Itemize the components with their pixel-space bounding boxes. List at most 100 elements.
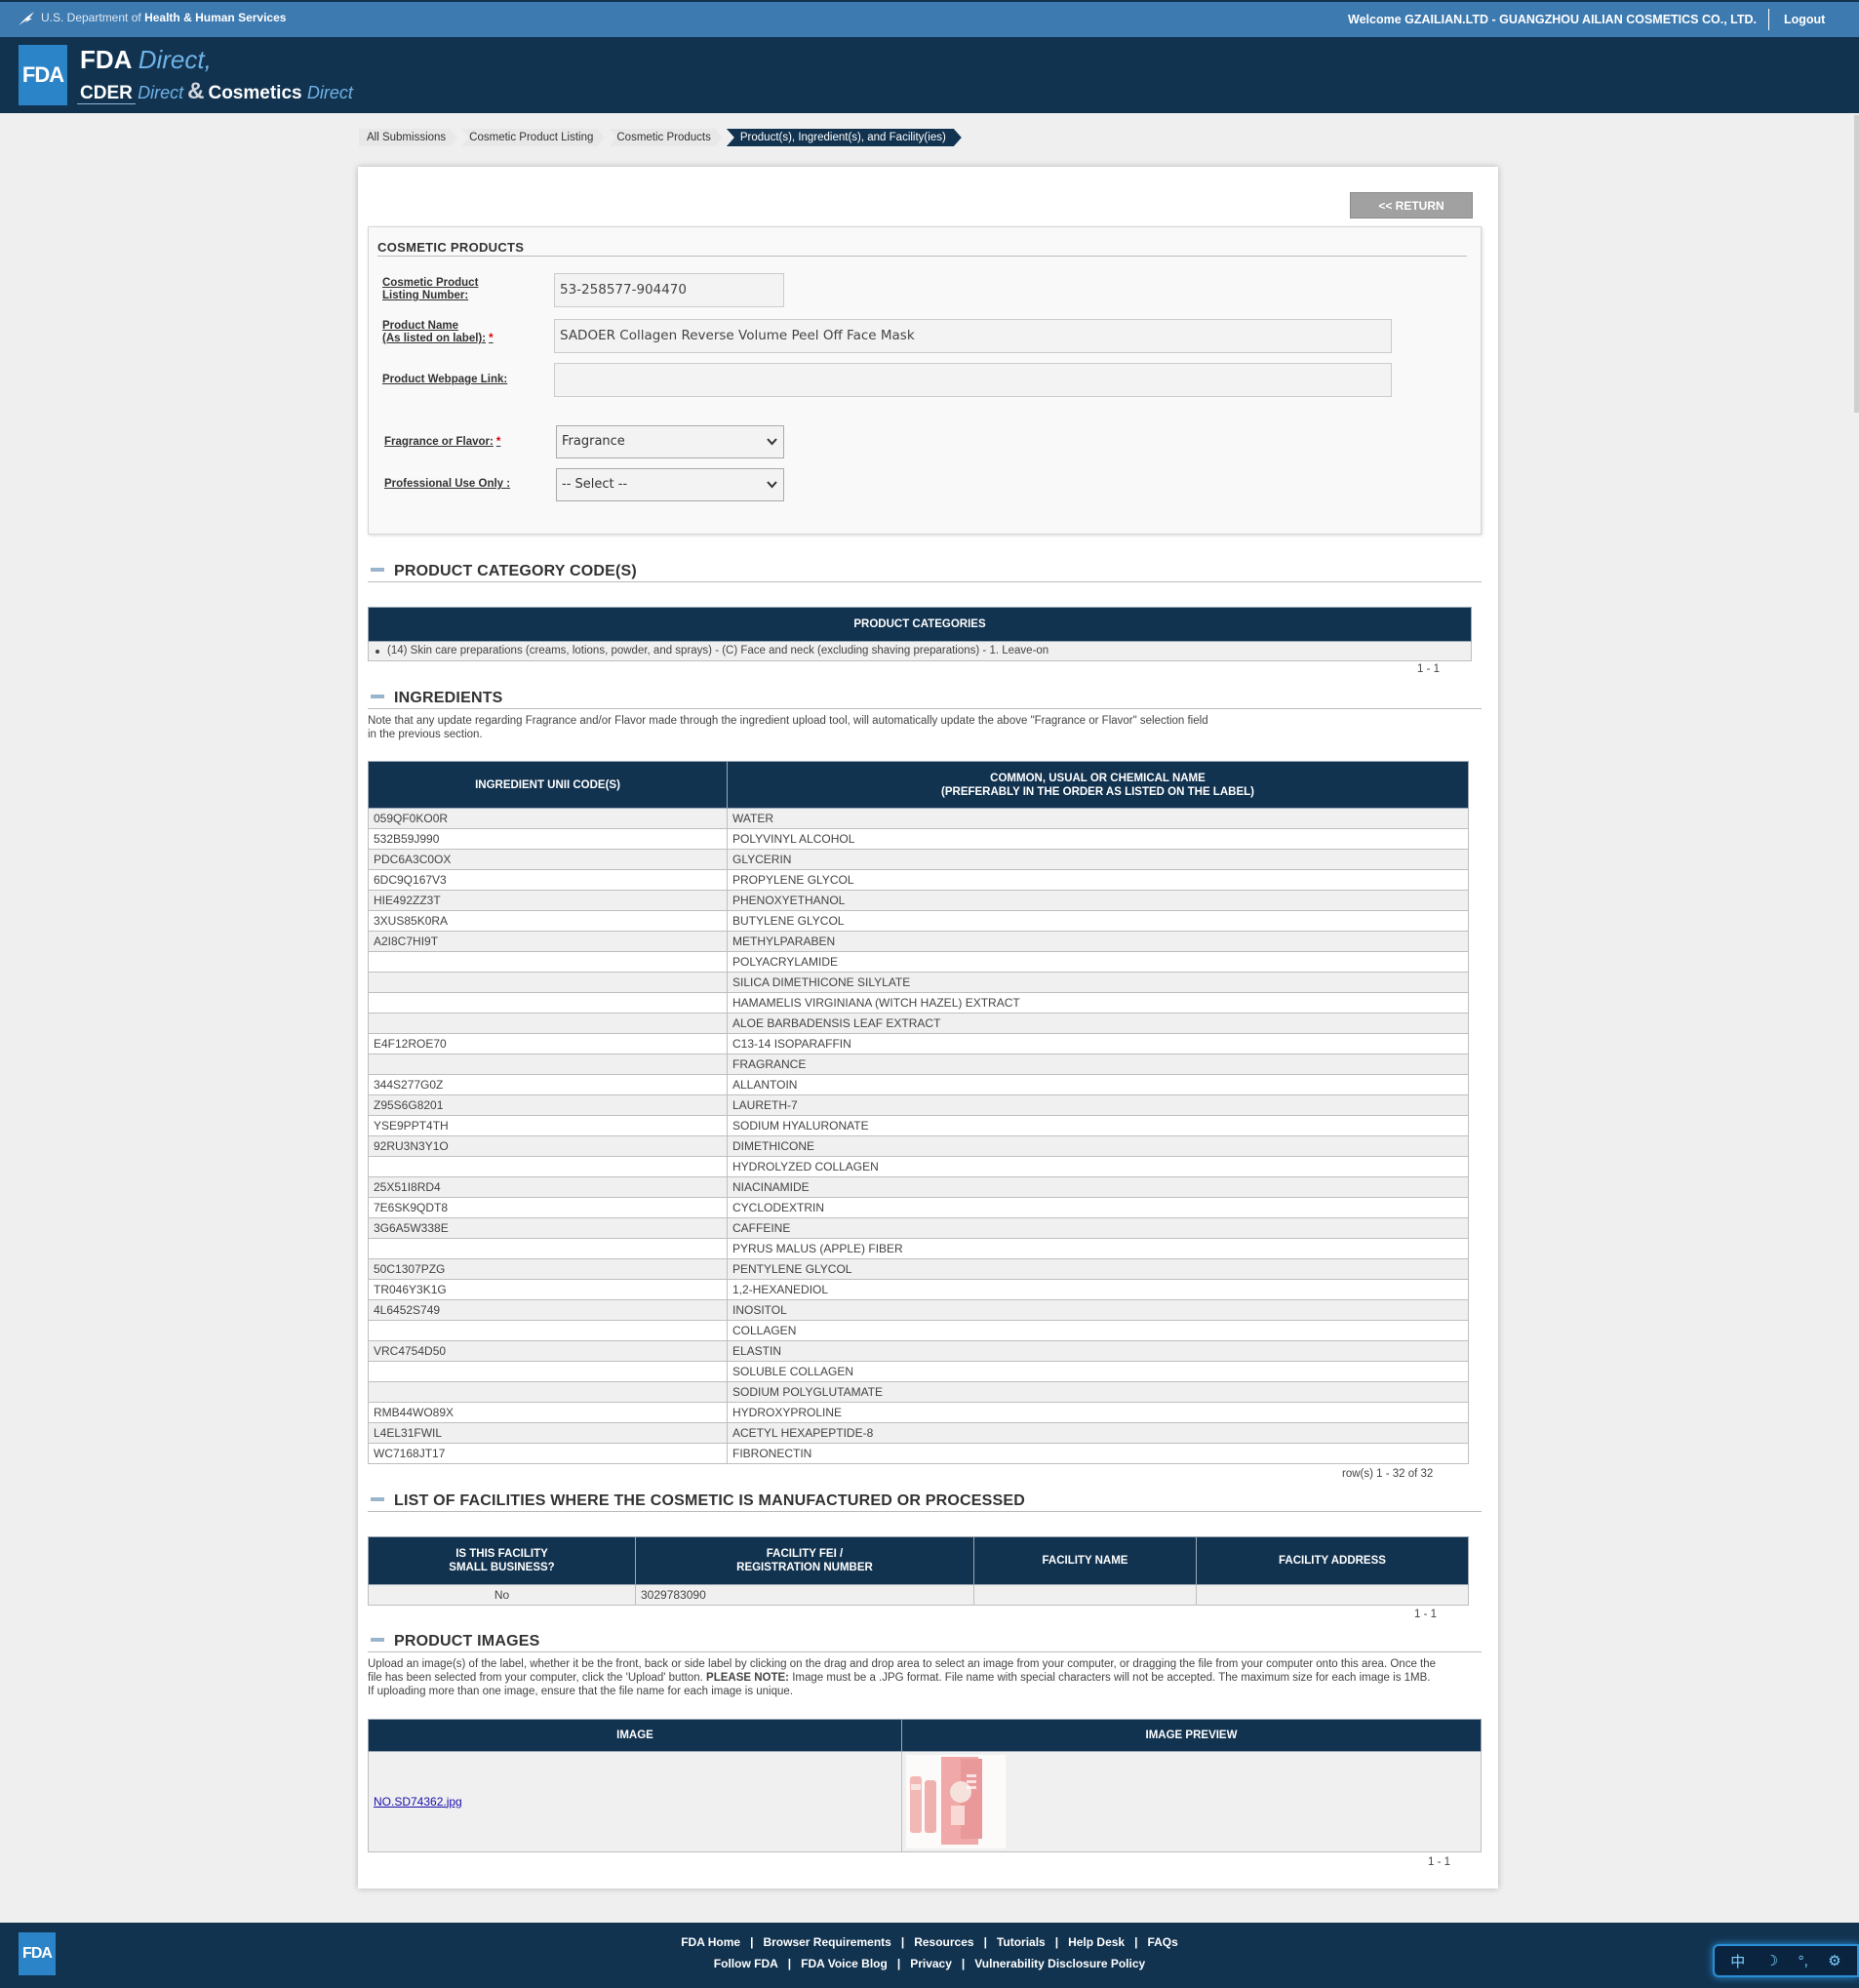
images-note-line-2a: file has been selected from your compute… (368, 1672, 707, 1684)
unii-code-cell: YSE9PPT4TH (368, 1115, 728, 1136)
ime-language-icon[interactable]: 中 (1730, 1951, 1745, 1971)
unii-code-cell (368, 992, 728, 1014)
unii-code-cell: A2I8C7HI9T (368, 931, 728, 952)
chevron-down-icon (767, 438, 777, 446)
ingredient-name-cell: DIMETHICONE (727, 1135, 1469, 1157)
product-image-thumbnail[interactable] (906, 1755, 1006, 1849)
listing-label-line-1: Cosmetic Product (382, 277, 479, 289)
footer-links-row-2: Follow FDA | FDA Voice Blog | Privacy | Vulner… (0, 1957, 1859, 1970)
images-table: IMAGE IMAGE PREVIEW NO.SD74362.jpg (368, 1719, 1482, 1852)
webpage-link-label: Product Webpage Link: (382, 374, 508, 385)
table-row: 50C1307PZG PENTYLENE GLYCOL (368, 1258, 1469, 1280)
cder-cosmetics-title: CDER Direct & Cosmetics Direct (80, 78, 353, 105)
hhs-top-bar: U.S. Department of Health & Human Servic… (0, 0, 1859, 37)
footer-link-resources[interactable]: Resources (914, 1935, 973, 1949)
footer-link-fda-voice-blog[interactable]: FDA Voice Blog (801, 1957, 888, 1970)
table-row: 059QF0KO0R WATER (368, 808, 1469, 829)
ingredients-heading: INGREDIENTS (371, 690, 503, 707)
table-row: PYRUS MALUS (APPLE) FIBER (368, 1238, 1469, 1259)
small-business-col-header: IS THIS FACILITY SMALL BUSINESS? (368, 1536, 636, 1585)
ingredients-note: Note that any update regarding Fragrance… (368, 714, 1208, 741)
footer-link-fda-home[interactable]: FDA Home (681, 1935, 740, 1949)
unii-code-cell: WC7168JT17 (368, 1443, 728, 1464)
table-row: 25X51I8RD4 NIACINAMIDE (368, 1176, 1469, 1198)
fragrance-selected-value: Fragrance (562, 434, 625, 449)
image-file-link[interactable]: NO.SD74362.jpg (374, 1795, 462, 1809)
product-photo-image (906, 1755, 1006, 1849)
collapse-toggle-icon[interactable] (371, 694, 384, 698)
facilities-table: IS THIS FACILITY SMALL BUSINESS? FACILITY… (368, 1536, 1469, 1606)
ingredient-name-cell: LAURETH-7 (727, 1094, 1469, 1116)
ime-moon-icon[interactable]: ☽ (1765, 1952, 1778, 1969)
collapse-toggle-icon[interactable] (371, 567, 384, 572)
unii-code-cell: 3G6A5W338E (368, 1217, 728, 1239)
footer-link-follow-fda[interactable]: Follow FDA (714, 1957, 778, 1970)
ime-toolbar[interactable]: 中 ☽ °, ⚙ (1713, 1944, 1859, 1977)
footer-link-faqs[interactable]: FAQs (1147, 1935, 1177, 1949)
unii-code-cell: 3XUS85K0RA (368, 910, 728, 932)
facility-address-cell (1196, 1584, 1469, 1606)
ingredient-name-cell: HYDROLYZED COLLAGEN (727, 1156, 1469, 1177)
ingredient-name-cell: SODIUM HYALURONATE (727, 1115, 1469, 1136)
professional-use-select[interactable]: -- Select -- (556, 468, 784, 501)
listing-number-label: Cosmetic Product Listing Number: (382, 277, 478, 302)
unii-code-cell: 7E6SK9QDT8 (368, 1197, 728, 1218)
footer-link-help-desk[interactable]: Help Desk (1068, 1935, 1125, 1949)
images-note-line-3: If uploading more than one image, ensure… (368, 1686, 793, 1697)
breadcrumb: All Submissions Cosmetic Product Listing… (359, 129, 966, 146)
table-row: HAMAMELIS VIRGINIANA (WITCH HAZEL) EXTRA… (368, 992, 1469, 1014)
table-row: VRC4754D50 ELASTIN (368, 1340, 1469, 1362)
table-row: SODIUM POLYGLUTAMATE (368, 1381, 1469, 1403)
ingredient-name-cell: INOSITOL (727, 1299, 1469, 1321)
unii-code-cell: E4F12ROE70 (368, 1033, 728, 1054)
ingredient-name-cell: PROPYLENE GLYCOL (727, 869, 1469, 891)
logout-link[interactable]: Logout (1784, 13, 1825, 26)
footer-link-tutorials[interactable]: Tutorials (997, 1935, 1046, 1949)
hhs-label: U.S. Department of Health & Human Servic… (18, 11, 286, 26)
return-button[interactable]: << RETURN (1350, 192, 1473, 219)
brand-amp: & (187, 78, 205, 104)
collapse-toggle-icon[interactable] (371, 1496, 384, 1501)
divider (368, 1511, 1482, 1512)
footer-separator: | (750, 1935, 754, 1949)
table-row: L4EL31FWIL ACETYL HEXAPEPTIDE-8 (368, 1422, 1469, 1444)
breadcrumb-all-submissions[interactable]: All Submissions (359, 129, 457, 146)
small-business-cell: No (368, 1584, 636, 1606)
image-preview-col-header: IMAGE PREVIEW (901, 1719, 1482, 1752)
fragrance-select[interactable]: Fragrance (556, 425, 784, 458)
hhs-eagle-icon (19, 12, 34, 25)
breadcrumb-cosmetic-products[interactable]: Cosmetic Products (609, 129, 723, 146)
footer-separator: | (983, 1935, 987, 1949)
ingredient-name-cell: PENTYLENE GLYCOL (727, 1258, 1469, 1280)
footer-link-privacy[interactable]: Privacy (910, 1957, 952, 1970)
collapse-toggle-icon[interactable] (371, 1637, 384, 1642)
ime-gear-icon[interactable]: ⚙ (1828, 1952, 1840, 1969)
ime-punctuation-icon[interactable]: °, (1799, 1953, 1808, 1969)
ingredient-name-cell: PYRUS MALUS (APPLE) FIBER (727, 1238, 1469, 1259)
footer: FDA FDA Home | Browser Requirements | Resour… (0, 1923, 1859, 1988)
small-business-col-header-line-2: SMALL BUSINESS? (449, 1562, 555, 1573)
chevron-down-icon (767, 481, 777, 489)
table-row: A2I8C7HI9T METHYLPARABEN (368, 931, 1469, 952)
scrollbar-thumb[interactable] (1854, 115, 1859, 413)
footer-link-browser-requirements[interactable]: Browser Requirements (763, 1935, 890, 1949)
required-asterisk: * (495, 436, 501, 448)
webpage-link-field[interactable] (554, 363, 1392, 397)
images-note: Upload an image(s) of the label, whether… (368, 1657, 1484, 1698)
fda-logo[interactable]: FDA (19, 45, 67, 105)
listing-number-field[interactable]: 53-258577-904470 (554, 273, 784, 307)
breadcrumb-cosmetic-product-listing[interactable]: Cosmetic Product Listing (461, 129, 605, 146)
ingredients-note-line-2: in the previous section. (368, 729, 483, 740)
ingredient-name-cell: POLYACRYLAMIDE (727, 951, 1469, 973)
footer-separator: | (1134, 1935, 1138, 1949)
table-row: 6DC9Q167V3 PROPYLENE GLYCOL (368, 869, 1469, 891)
listing-label-line-2: Listing Number: (382, 290, 469, 301)
brand-direct: Direct, (138, 45, 212, 74)
table-row: Z95S6G8201 LAURETH-7 (368, 1094, 1469, 1116)
category-pager: 1 - 1 (1417, 663, 1441, 675)
footer-link-vulnerability-disclosure-policy[interactable]: Vulnerability Disclosure Policy (974, 1957, 1145, 1970)
list-item: (14) Skin care preparations (creams, lot… (374, 642, 1466, 660)
ingredients-table: INGREDIENT UNII CODE(S) COMMON, USUAL OR… (368, 761, 1469, 1464)
category-table: PRODUCT CATEGORIES (14) Skin care prepar… (368, 607, 1472, 661)
product-name-field[interactable]: SADOER Collagen Reverse Volume Peel Off … (554, 319, 1392, 353)
